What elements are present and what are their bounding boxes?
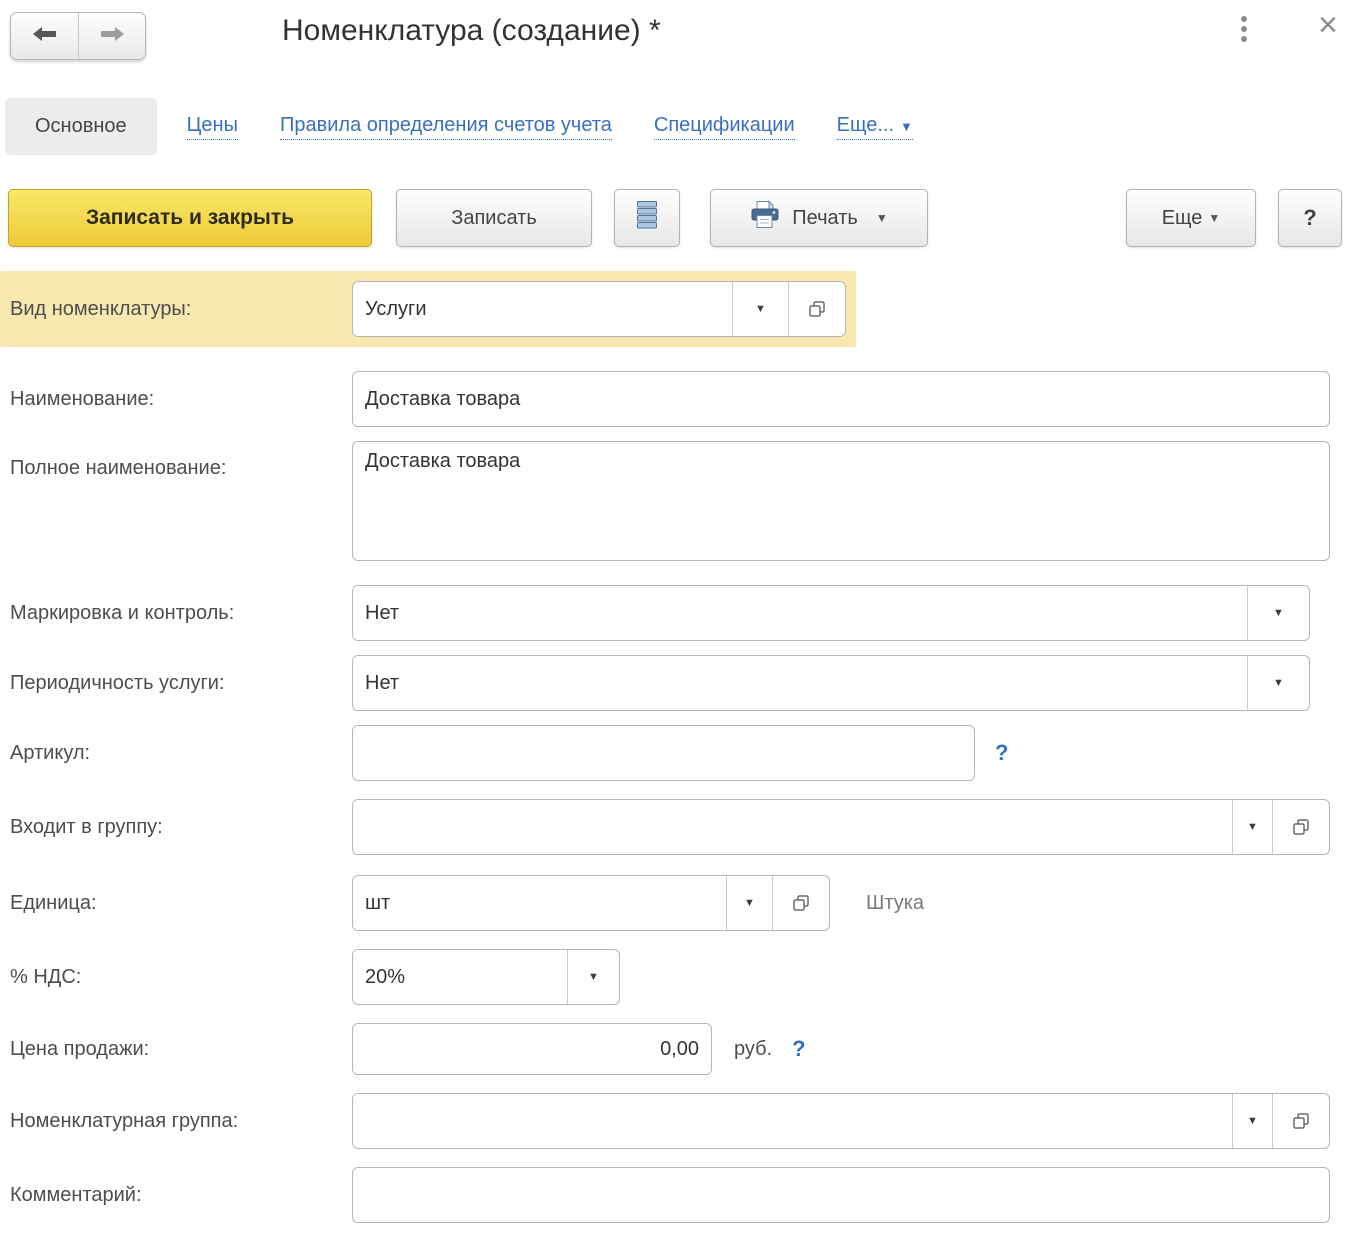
dropdown-arrow-icon[interactable]: ▼ [1232, 1094, 1272, 1148]
printer-icon [750, 200, 780, 236]
nds-label: % НДС: [10, 966, 352, 989]
nds-input[interactable] [353, 950, 567, 1004]
dropdown-arrow-icon[interactable]: ▼ [726, 876, 772, 930]
field-row-tsena-prodazhi: Цена продажи: руб. ? [0, 1023, 1350, 1075]
field-row-vid-nomenklatury: Вид номенклатуры: ▼ [0, 271, 856, 347]
markirovka-label: Маркировка и контроль: [10, 602, 352, 625]
tsena-prodazhi-label: Цена продажи: [10, 1038, 352, 1061]
unit-hint-text: Штука [866, 892, 924, 915]
chevron-down-icon: ▼ [1208, 211, 1220, 225]
vhodit-v-gruppu-combo: ▼ [352, 799, 1330, 855]
field-row-markirovka: Маркировка и контроль: ▼ [0, 585, 1350, 641]
chevron-down-icon: ▼ [900, 119, 913, 134]
kommentarij-input[interactable] [352, 1167, 1330, 1223]
kommentarij-label: Комментарий: [10, 1184, 352, 1207]
main-form: Вид номенклатуры: ▼ Наименование: Полное… [0, 271, 1350, 1223]
history-nav [10, 12, 146, 60]
periodichnost-label: Периодичность услуги: [10, 672, 352, 695]
edinitsa-combo: ▼ [352, 875, 830, 931]
back-button[interactable] [11, 13, 78, 59]
open-icon[interactable] [772, 876, 829, 930]
dropdown-arrow-icon[interactable]: ▼ [1247, 586, 1309, 640]
more-button[interactable]: Еще ▼ [1126, 189, 1256, 247]
open-icon[interactable] [1272, 800, 1329, 854]
help-icon[interactable]: ? [792, 1036, 805, 1062]
tab-tseny[interactable]: Цены [187, 114, 238, 140]
open-icon[interactable] [1272, 1094, 1329, 1148]
tab-more[interactable]: Еще...▼ [837, 114, 913, 140]
back-arrow-icon [32, 26, 58, 47]
save-and-close-button[interactable]: Записать и закрыть [8, 189, 372, 247]
help-icon[interactable]: ? [995, 740, 1008, 766]
kebab-menu-icon[interactable] [1233, 16, 1255, 42]
tab-specifikacii[interactable]: Спецификации [654, 114, 795, 140]
edinitsa-label: Единица: [10, 892, 352, 915]
periodichnost-input[interactable] [353, 656, 1247, 710]
print-button[interactable]: Печать ▼ [710, 189, 928, 247]
periodichnost-combo: ▼ [352, 655, 1310, 711]
chevron-down-icon: ▼ [876, 211, 888, 225]
field-row-kommentarij: Комментарий: [0, 1167, 1350, 1223]
artikul-label: Артикул: [10, 742, 352, 765]
field-row-artikul: Артикул: ? [0, 725, 1350, 781]
artikul-input[interactable] [352, 725, 975, 781]
dropdown-arrow-icon[interactable]: ▼ [732, 282, 788, 336]
toolbar: Записать и закрыть Записать [8, 189, 1342, 247]
naimenovanie-input[interactable] [352, 371, 1330, 427]
window-header: Номенклатура (создание) * × [0, 0, 1350, 64]
dropdown-arrow-icon[interactable]: ▼ [567, 950, 619, 1004]
vid-nomenklatury-combo: ▼ [352, 281, 846, 337]
edinitsa-input[interactable] [353, 876, 726, 930]
forward-arrow-icon [99, 26, 125, 47]
nomenklaturnaya-gruppa-input[interactable] [353, 1094, 1232, 1148]
nomenklaturnaya-gruppa-label: Номенклатурная группа: [10, 1110, 352, 1133]
page-title: Номенклатура (создание) * [282, 14, 661, 48]
tsena-prodazhi-input[interactable] [352, 1023, 712, 1075]
currency-suffix-text: руб. [734, 1038, 772, 1061]
field-row-periodichnost: Периодичность услуги: ▼ ? [0, 655, 1350, 711]
field-row-vhodit-v-gruppu: Входит в группу: ▼ [0, 799, 1350, 855]
polnoe-naimenovanie-textarea[interactable]: Доставка товара [352, 441, 1330, 561]
field-row-naimenovanie: Наименование: [0, 371, 1350, 427]
register-stack-icon [635, 199, 659, 237]
field-row-nomenklaturnaya-gruppa: Номенклатурная группа: ▼ [0, 1093, 1350, 1149]
dropdown-arrow-icon[interactable]: ▼ [1232, 800, 1272, 854]
markirovka-input[interactable] [353, 586, 1247, 640]
vid-nomenklatury-label: Вид номенклатуры: [10, 298, 352, 321]
dropdown-arrow-icon[interactable]: ▼ [1247, 656, 1309, 710]
polnoe-naimenovanie-label: Полное наименование: [10, 457, 352, 480]
close-icon[interactable]: × [1318, 8, 1338, 42]
tab-osnovnoe[interactable]: Основное [5, 98, 157, 155]
register-records-button[interactable] [614, 189, 680, 247]
vhodit-v-gruppu-input[interactable] [353, 800, 1232, 854]
vhodit-v-gruppu-label: Входит в группу: [10, 816, 352, 839]
vid-nomenklatury-input[interactable] [353, 282, 732, 336]
nds-combo: ▼ [352, 949, 620, 1005]
field-row-edinitsa: Единица: ▼ Штука [0, 875, 1350, 931]
field-row-polnoe-naimenovanie: Полное наименование: Доставка товара [0, 441, 1350, 561]
markirovka-combo: ▼ [352, 585, 1310, 641]
forward-button[interactable] [78, 13, 145, 59]
save-button[interactable]: Записать [396, 189, 592, 247]
field-row-nds: % НДС: ▼ [0, 949, 1350, 1005]
nomenklaturnaya-gruppa-combo: ▼ [352, 1093, 1330, 1149]
section-tabs: Основное Цены Правила определения счетов… [5, 98, 1350, 155]
tab-pravila-schetov[interactable]: Правила определения счетов учета [280, 114, 612, 140]
naimenovanie-label: Наименование: [10, 388, 352, 411]
help-button[interactable]: ? [1278, 189, 1342, 247]
open-icon[interactable] [788, 282, 845, 336]
